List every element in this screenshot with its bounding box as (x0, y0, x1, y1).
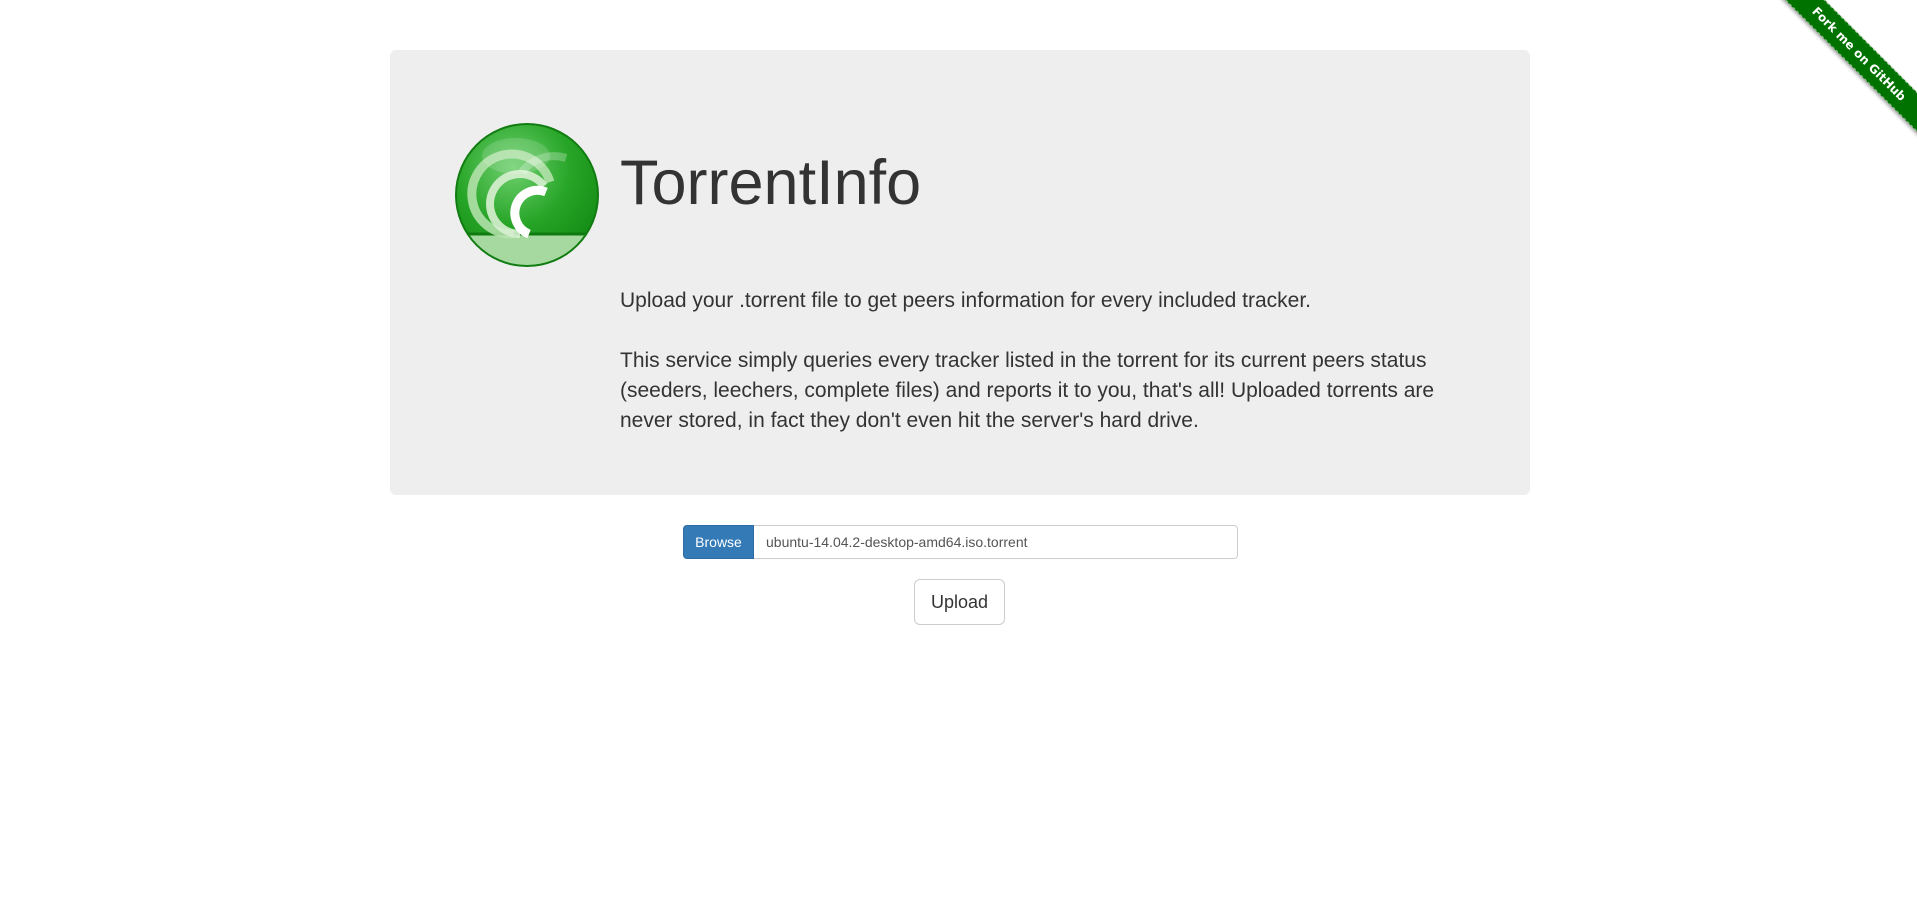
github-ribbon-container: Fork me on GitHub (1768, 0, 1917, 149)
intro-line-1: Upload your .torrent file to get peers i… (620, 289, 1312, 312)
file-name-field[interactable]: ubuntu-14.04.2-desktop-amd64.iso.torrent (754, 525, 1238, 559)
torrent-logo-icon (455, 123, 599, 267)
browse-button[interactable]: Browse (683, 525, 754, 559)
intro-line-2: This service simply queries every tracke… (620, 349, 1435, 432)
fork-me-on-github-ribbon[interactable]: Fork me on GitHub (1771, 0, 1917, 142)
upload-button[interactable]: Upload (914, 579, 1005, 625)
page-title: TorrentInfo (620, 148, 922, 218)
file-input-group: Browse ubuntu-14.04.2-desktop-amd64.iso.… (683, 525, 1238, 559)
intro-text: Upload your .torrent file to get peers i… (620, 286, 1460, 436)
jumbotron: TorrentInfo Upload your .torrent file to… (390, 50, 1530, 495)
